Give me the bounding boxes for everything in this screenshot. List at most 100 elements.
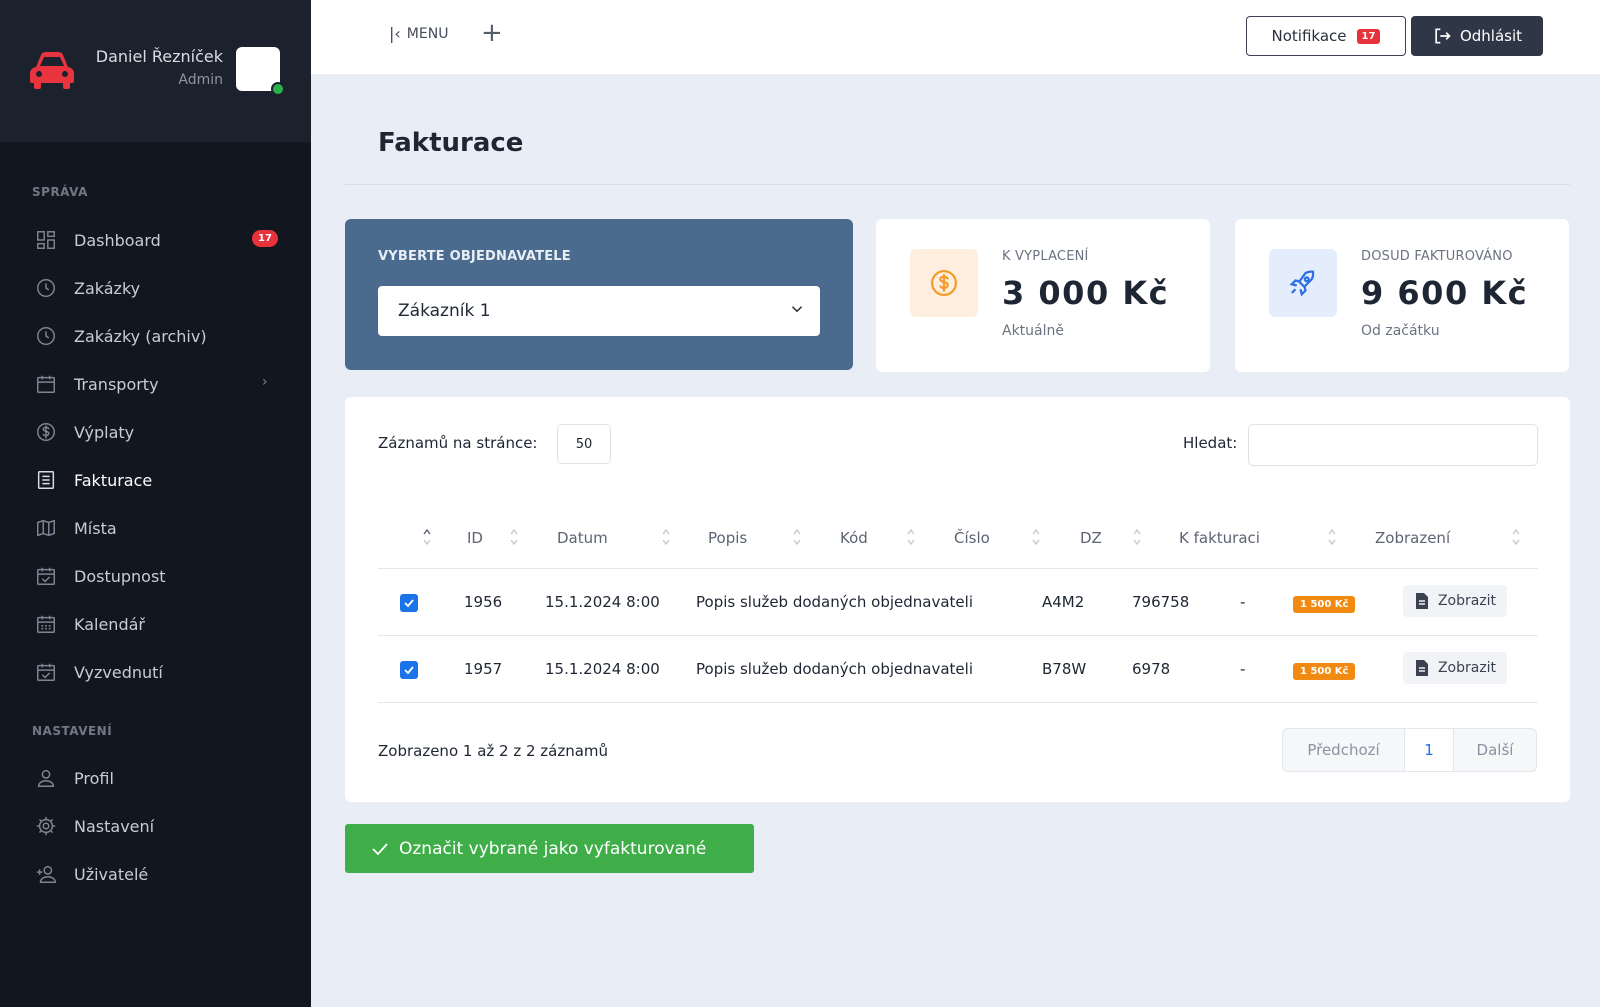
sidebar-item-payouts[interactable]: Výplaty — [0, 412, 311, 452]
pagination-page[interactable]: 1 — [1404, 729, 1454, 771]
sidebar-item-label: Kalendář — [74, 614, 145, 634]
sidebar-item-calendar[interactable]: Kalendář — [0, 604, 311, 644]
check-icon — [404, 599, 414, 608]
sidebar-section-manage: SPRÁVA — [32, 185, 88, 199]
online-status-dot — [271, 82, 285, 96]
notifications-badge: 17 — [1356, 28, 1381, 44]
sidebar-item-availability[interactable]: Dostupnost — [0, 556, 311, 596]
customer-select[interactable]: Zákazník 1 — [378, 286, 820, 336]
dollar-circle-icon — [910, 249, 978, 317]
sort-icon[interactable] — [1511, 527, 1521, 547]
notifications-button[interactable]: Notifikace 17 — [1246, 16, 1406, 56]
sort-icon[interactable] — [1031, 527, 1041, 547]
menu-toggle-button[interactable]: |‹ MENU — [389, 24, 448, 43]
map-icon — [34, 516, 58, 540]
sort-icon[interactable] — [792, 527, 802, 547]
sort-icon[interactable] — [1132, 527, 1142, 547]
sidebar-item-label: Fakturace — [74, 470, 153, 490]
calendar-check-icon — [34, 660, 58, 684]
view-button-label: Zobrazit — [1437, 593, 1497, 609]
chevron-right-icon: › — [262, 374, 268, 390]
user-name: Daniel Řezníček — [95, 47, 223, 66]
invoices-table-card: Záznamů na stránce: 50 Hledat: ID Datum … — [345, 397, 1570, 802]
avatar[interactable] — [236, 47, 285, 96]
page-length-label: Záznamů na stránce: — [378, 434, 538, 452]
sort-icon[interactable] — [1327, 527, 1337, 547]
column-header-id[interactable]: ID — [467, 529, 483, 547]
sidebar-item-dashboard[interactable]: Dashboard 17 — [0, 220, 311, 260]
calendar-check-icon — [34, 564, 58, 588]
row-checkbox[interactable] — [400, 661, 418, 679]
check-icon — [404, 666, 414, 675]
search-label: Hledat: — [1183, 434, 1238, 452]
sidebar-item-users[interactable]: Uživatelé — [0, 854, 311, 894]
cell-date: 15.1.2024 8:00 — [545, 593, 660, 611]
topbar: |‹ MENU + Notifikace 17 Odhlásit — [311, 0, 1600, 74]
sort-icon[interactable] — [661, 527, 671, 547]
sidebar-item-orders-archive[interactable]: Zakázky (archiv) — [0, 316, 311, 356]
cell-date: 15.1.2024 8:00 — [545, 660, 660, 678]
amount-badge: 1 500 Kč — [1293, 596, 1356, 613]
view-button[interactable]: Zobrazit — [1403, 585, 1507, 617]
sidebar-item-label: Nastavení — [74, 816, 155, 836]
cell-code: A4M2 — [1042, 593, 1085, 611]
chevron-down-icon — [791, 306, 803, 313]
sidebar-item-pickup[interactable]: Vyzvednutí — [0, 652, 311, 692]
notifications-label: Notifikace — [1271, 27, 1347, 45]
search-input[interactable] — [1248, 424, 1538, 466]
gear-icon — [34, 814, 58, 838]
row-checkbox[interactable] — [400, 594, 418, 612]
check-icon — [372, 842, 388, 855]
sort-icon[interactable] — [906, 527, 916, 547]
cell-number: 796758 — [1132, 593, 1190, 611]
cell-dz: - — [1240, 660, 1246, 678]
sidebar-item-orders[interactable]: Zakázky — [0, 268, 311, 308]
table-info: Zobrazeno 1 až 2 z 2 záznamů — [378, 742, 609, 760]
sidebar-item-label: Dostupnost — [74, 566, 166, 586]
column-header-description[interactable]: Popis — [708, 529, 747, 547]
column-header-dz[interactable]: DZ — [1080, 529, 1102, 547]
clock-icon — [34, 276, 58, 300]
sidebar-header: Daniel Řezníček Admin — [0, 0, 311, 142]
stat-card-invoiced: DOSUD FAKTUROVÁNO 9 600 Kč Od začátku — [1235, 219, 1569, 372]
page-length-select[interactable]: 50 — [557, 424, 611, 464]
pagination-previous[interactable]: Předchozí — [1283, 729, 1404, 771]
cell-number: 6978 — [1132, 660, 1171, 678]
sidebar-item-settings[interactable]: Nastavení — [0, 806, 311, 846]
cell-description: Popis služeb dodaných objednavateli — [696, 593, 973, 611]
customer-select-card: VYBERTE OBJEDNAVATELE Zákazník 1 — [345, 219, 853, 370]
sidebar-item-label: Profil — [74, 768, 114, 788]
mark-invoiced-button[interactable]: Označit vybrané jako vyfakturované — [345, 824, 754, 873]
stat-value: 3 000 Kč — [1002, 274, 1170, 312]
document-icon — [1415, 660, 1428, 676]
sidebar-item-label: Zakázky — [74, 278, 141, 298]
column-header-number[interactable]: Číslo — [954, 529, 990, 547]
sidebar: Daniel Řezníček Admin SPRÁVA Dashboard 1… — [0, 0, 311, 1007]
page-title: Fakturace — [378, 128, 524, 158]
sort-icon[interactable] — [422, 527, 432, 547]
stat-sub: Od začátku — [1361, 323, 1440, 339]
table-divider — [378, 635, 1538, 636]
stat-sub: Aktuálně — [1002, 323, 1065, 339]
sidebar-item-invoicing[interactable]: Fakturace — [0, 460, 311, 500]
menu-label: MENU — [406, 25, 449, 42]
add-button[interactable]: + — [481, 20, 503, 46]
dashboard-badge: 17 — [252, 230, 278, 247]
column-header-date[interactable]: Datum — [557, 529, 608, 547]
sidebar-item-places[interactable]: Místa — [0, 508, 311, 548]
column-header-code[interactable]: Kód — [840, 529, 868, 547]
column-header-amount[interactable]: K fakturaci — [1179, 529, 1260, 547]
view-button[interactable]: Zobrazit — [1403, 652, 1507, 684]
sidebar-item-transports[interactable]: Transporty › — [0, 364, 311, 404]
sidebar-item-label: Dashboard — [74, 230, 161, 250]
stat-label: DOSUD FAKTUROVÁNO — [1361, 249, 1513, 264]
column-header-view[interactable]: Zobrazení — [1375, 529, 1450, 547]
sort-icon[interactable] — [509, 527, 519, 547]
pagination-next[interactable]: Další — [1454, 729, 1536, 771]
customer-select-label: VYBERTE OBJEDNAVATELE — [378, 249, 571, 264]
logout-button[interactable]: Odhlásit — [1411, 16, 1543, 56]
table-divider — [378, 568, 1538, 569]
car-logo-icon[interactable] — [28, 47, 76, 91]
view-button-label: Zobrazit — [1437, 660, 1497, 676]
sidebar-item-profile[interactable]: Profil — [0, 758, 311, 798]
